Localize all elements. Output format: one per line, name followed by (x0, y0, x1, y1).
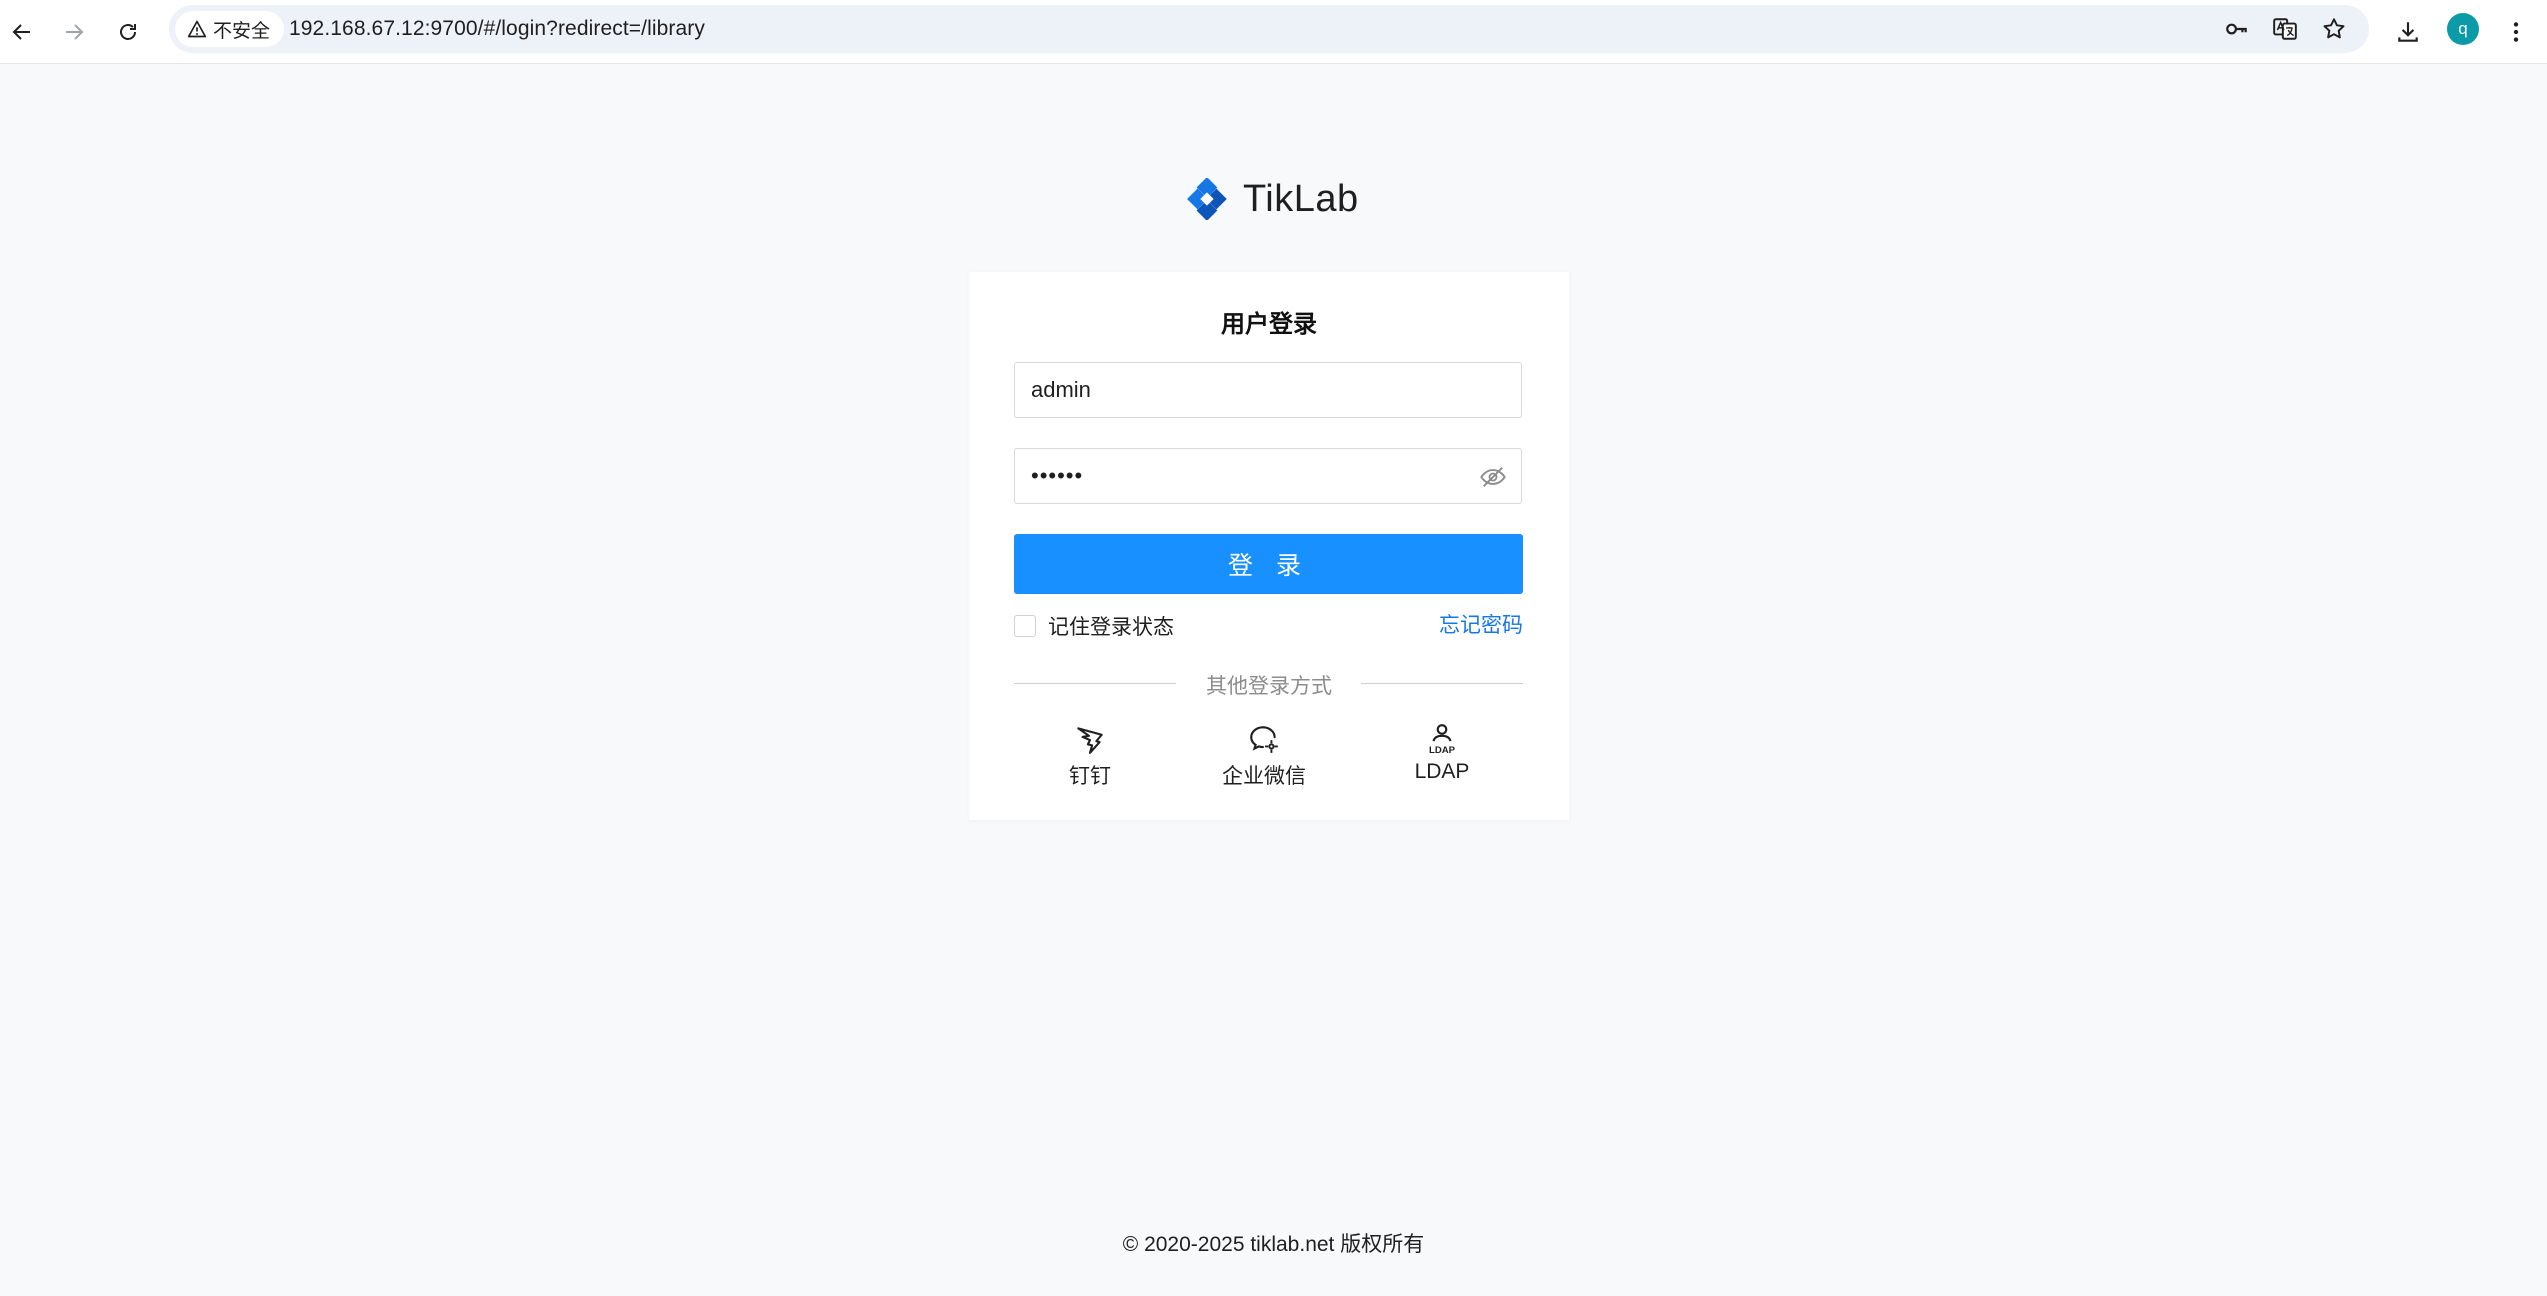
security-label: 不安全 (213, 20, 271, 42)
key-icon (2226, 23, 2247, 35)
password-input[interactable] (1031, 449, 1471, 503)
browser-toolbar: 不安全 192.168.67.12:9700/#/login?redirect=… (0, 0, 2547, 64)
username-input[interactable] (1031, 363, 1471, 417)
ldap-label: LDAP (1414, 760, 1470, 783)
eye-off-icon[interactable] (1479, 463, 1507, 491)
star-icon (2323, 18, 2345, 39)
dingtalk-label: 钉钉 (1069, 765, 1111, 788)
login-title: 用户登录 (1221, 311, 1317, 338)
translate-button[interactable] (2269, 13, 2301, 45)
wecom-label: 企业微信 (1222, 765, 1306, 788)
remember-me-checkbox[interactable] (1014, 615, 1036, 637)
login-button[interactable]: 登 录 (1014, 534, 1523, 594)
browser-menu-button[interactable] (2496, 12, 2536, 52)
download-icon (2398, 22, 2418, 42)
security-indicator[interactable]: 不安全 (175, 11, 285, 47)
other-login-label: 其他登录方式 (1206, 675, 1332, 698)
reload-icon (120, 24, 136, 40)
arrow-right-icon (66, 24, 84, 40)
password-field[interactable] (1014, 448, 1522, 504)
login-card: 用户登录 登 录 记住登录状态 忘记密码 其他登录方式 钉钉 企业微信 (969, 272, 1569, 820)
ldap-icon: LDAP (1429, 724, 1456, 756)
url-text[interactable]: 192.168.67.12:9700/#/login?redirect=/lib… (289, 5, 705, 53)
wecom-login-button[interactable]: 企业微信 (1204, 722, 1324, 790)
forgot-password-link[interactable]: 忘记密码 (1439, 610, 1523, 642)
downloads-button[interactable] (2388, 12, 2428, 52)
back-button[interactable] (2, 12, 42, 52)
profile-avatar[interactable]: q (2447, 13, 2479, 45)
remember-me-option[interactable]: 记住登录状态 (1014, 610, 1174, 642)
arrow-left-icon (12, 24, 30, 40)
bookmark-button[interactable] (2318, 13, 2350, 45)
username-field[interactable] (1014, 362, 1522, 418)
dingtalk-icon (1077, 727, 1103, 754)
svg-text:LDAP: LDAP (1429, 745, 1456, 756)
forward-button[interactable] (54, 12, 94, 52)
wecom-icon (1250, 726, 1278, 753)
copyright-footer: © 2020-2025 tiklab.net 版权所有 (1122, 1233, 1425, 1256)
tiklab-logo-icon (1187, 178, 1227, 220)
translate-icon (2273, 18, 2297, 40)
password-key-button[interactable] (2221, 13, 2253, 45)
brand-header: TikLab (1187, 176, 1359, 222)
address-bar[interactable]: 不安全 192.168.67.12:9700/#/login?redirect=… (169, 5, 2369, 53)
dingtalk-login-button[interactable]: 钉钉 (1030, 722, 1150, 790)
brand-name: TikLab (1243, 177, 1359, 220)
warning-icon (187, 20, 207, 38)
ldap-login-button[interactable]: LDAP LDAP (1382, 722, 1502, 784)
more-vertical-icon (2513, 22, 2519, 42)
remember-me-label: 记住登录状态 (1048, 616, 1174, 639)
reload-button[interactable] (108, 12, 148, 52)
